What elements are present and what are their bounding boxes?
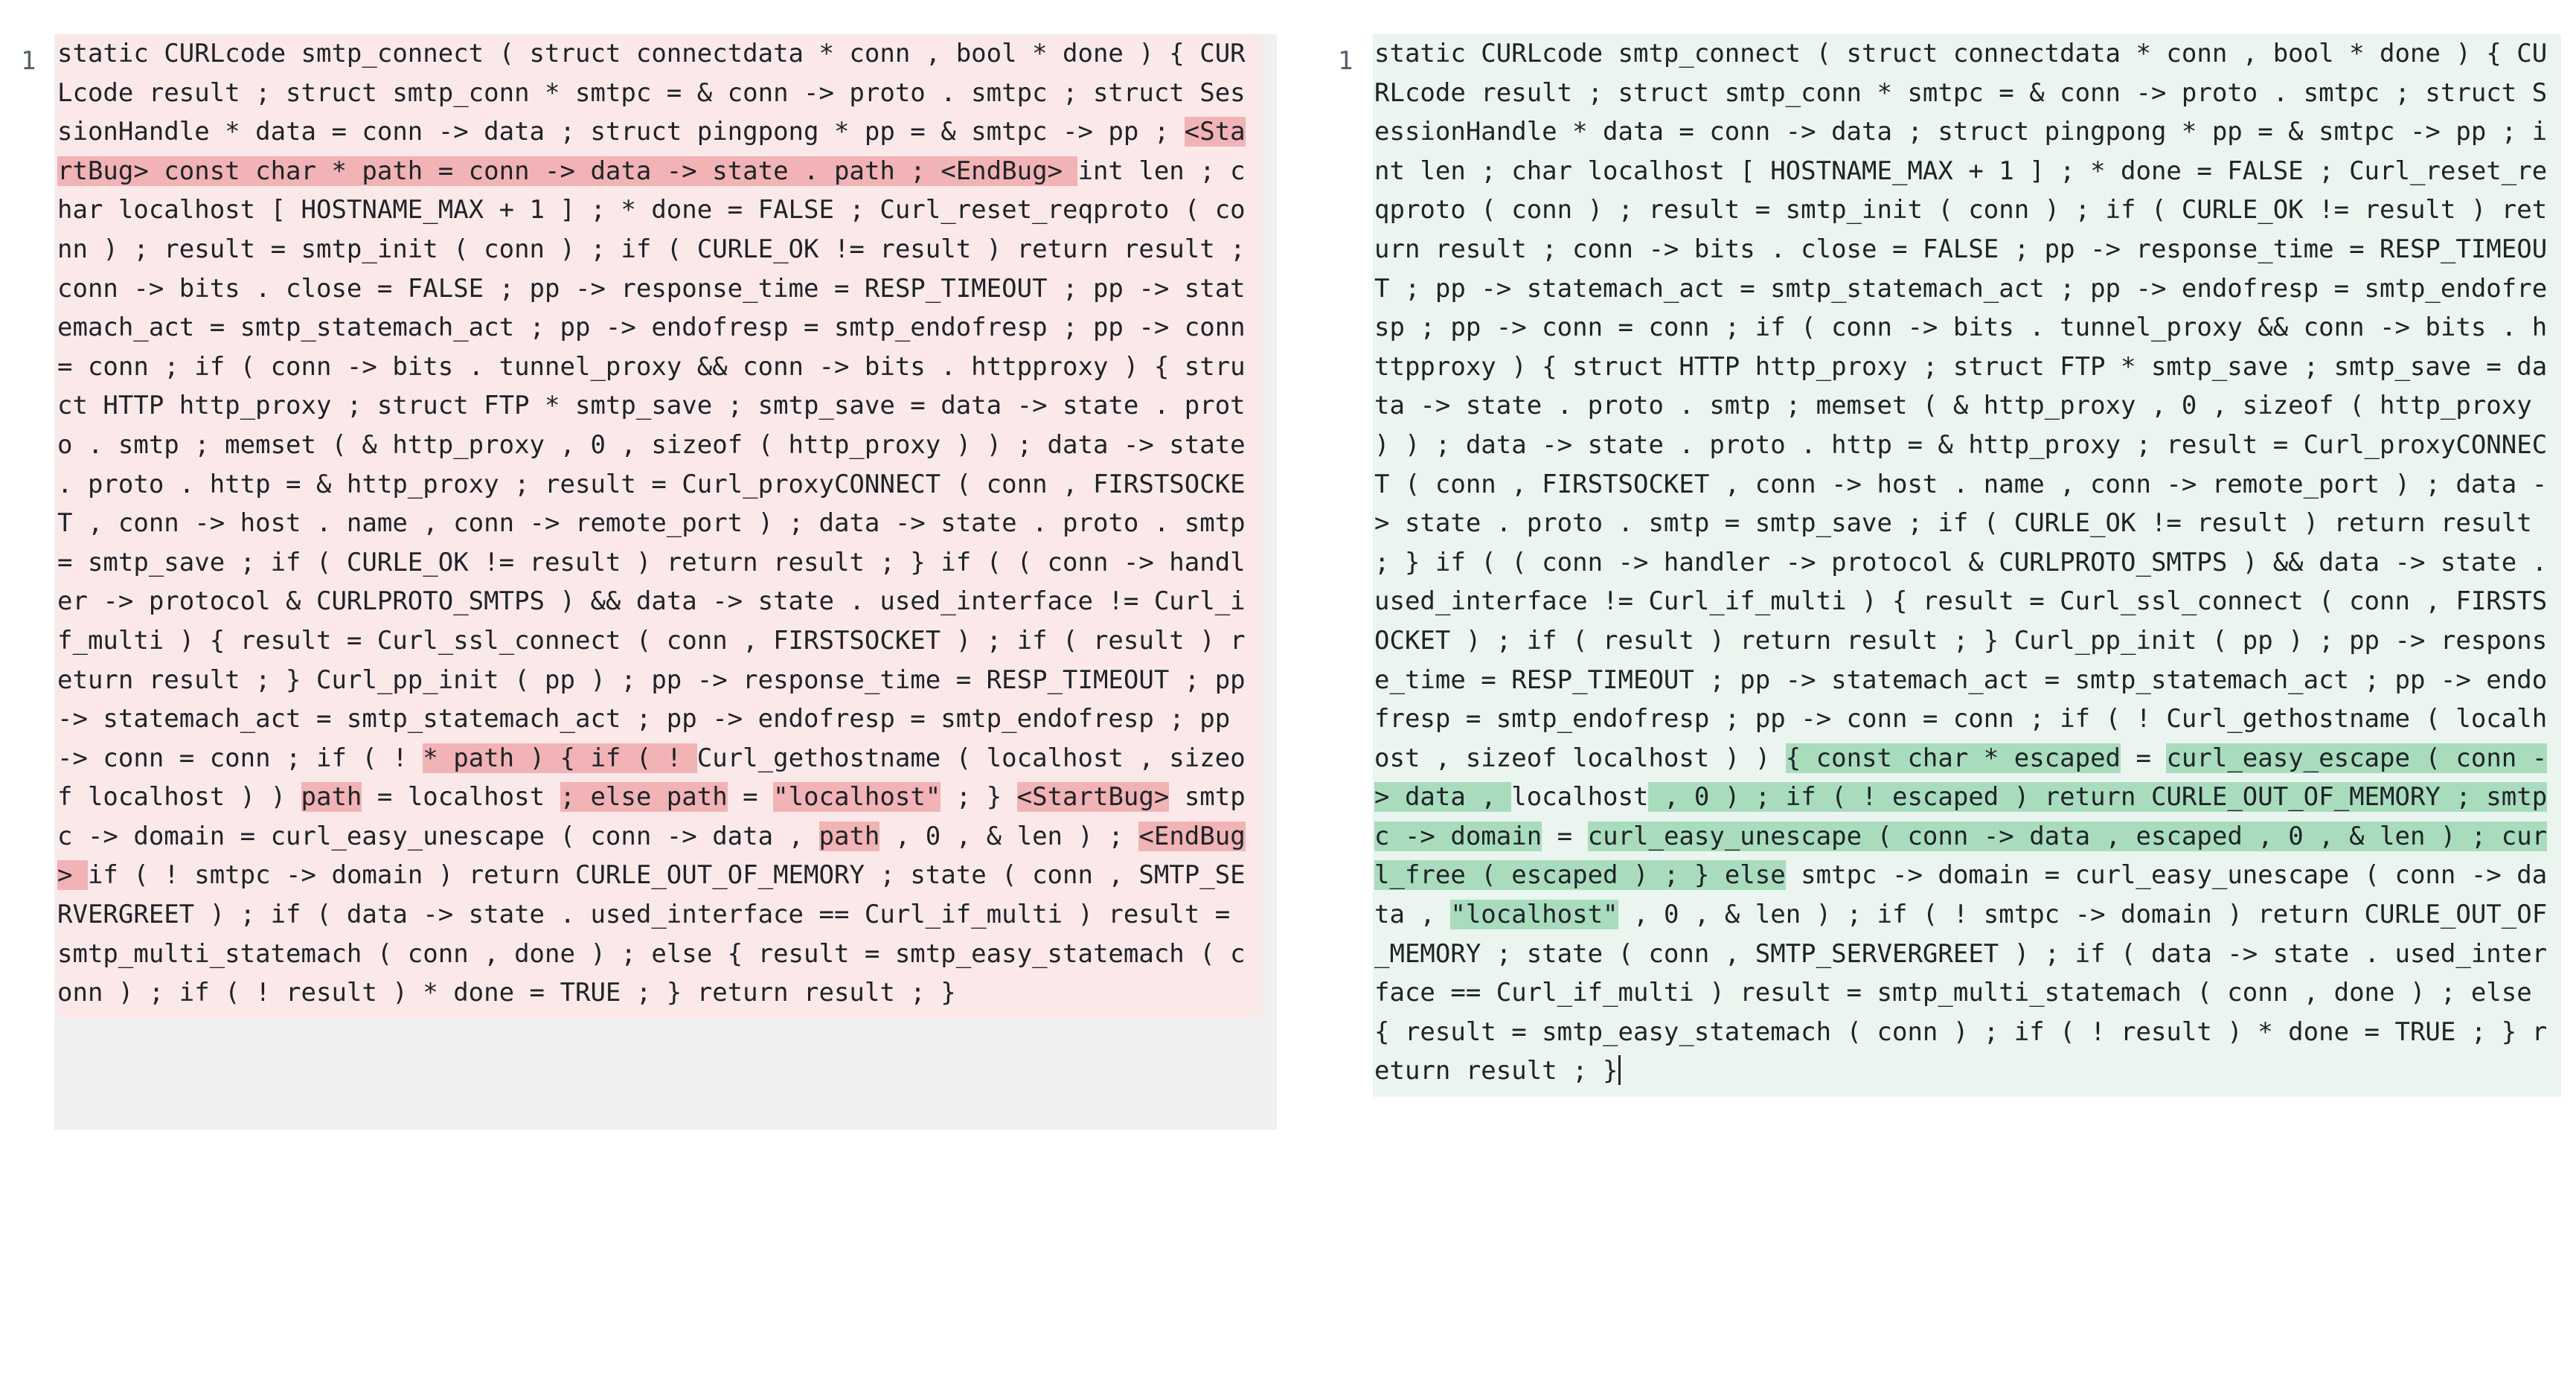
code-segment: int len ; char localhost [ HOSTNAME_MAX … [57, 156, 1261, 773]
removed-code-highlight: path [301, 782, 362, 813]
added-code-highlight: else [1724, 860, 1786, 891]
code-segment: = [2121, 743, 2167, 773]
code-segment: static CURLcode smtp_connect ( struct co… [1374, 39, 2563, 773]
code-segment: = [727, 782, 774, 813]
code-segment: = localhost [362, 782, 560, 813]
fixed-code-text: static CURLcode smtp_connect ( struct co… [1373, 34, 2563, 1098]
code-segment: if ( ! smtpc -> domain ) return CURLE_OU… [57, 860, 1246, 1008]
code-segment: , 0 , & len ) ; [880, 821, 1139, 851]
original-code-text: static CURLcode smtp_connect ( struct co… [56, 34, 1262, 1019]
code-segment: = [1542, 821, 1588, 851]
line-number: 1 [21, 46, 36, 76]
removed-code-highlight: path [818, 821, 880, 851]
removed-code-highlight: <StartBug> [1016, 782, 1170, 813]
removed-code-highlight: "localhost" [773, 782, 941, 813]
removed-code-highlight: ; else path [560, 782, 728, 813]
diff-view: 1 static CURLcode smtp_connect ( struct … [0, 0, 2576, 1393]
removed-code-highlight: * path ) { if ( ! [423, 743, 697, 773]
code-segment: ; } [941, 782, 1017, 813]
original-code-area[interactable]: static CURLcode smtp_connect ( struct co… [54, 34, 1277, 1130]
added-code-highlight: "localhost" [1450, 900, 1618, 930]
added-code-highlight: { const char * escaped [1785, 743, 2121, 773]
fixed-code-editor[interactable]: static CURLcode smtp_connect ( struct co… [1371, 34, 2576, 1133]
code-segment: localhost [1511, 782, 1649, 813]
line-number: 1 [1338, 46, 1353, 76]
text-cursor [1618, 1055, 1621, 1086]
code-segment: static CURLcode smtp_connect ( struct co… [57, 39, 1246, 147]
